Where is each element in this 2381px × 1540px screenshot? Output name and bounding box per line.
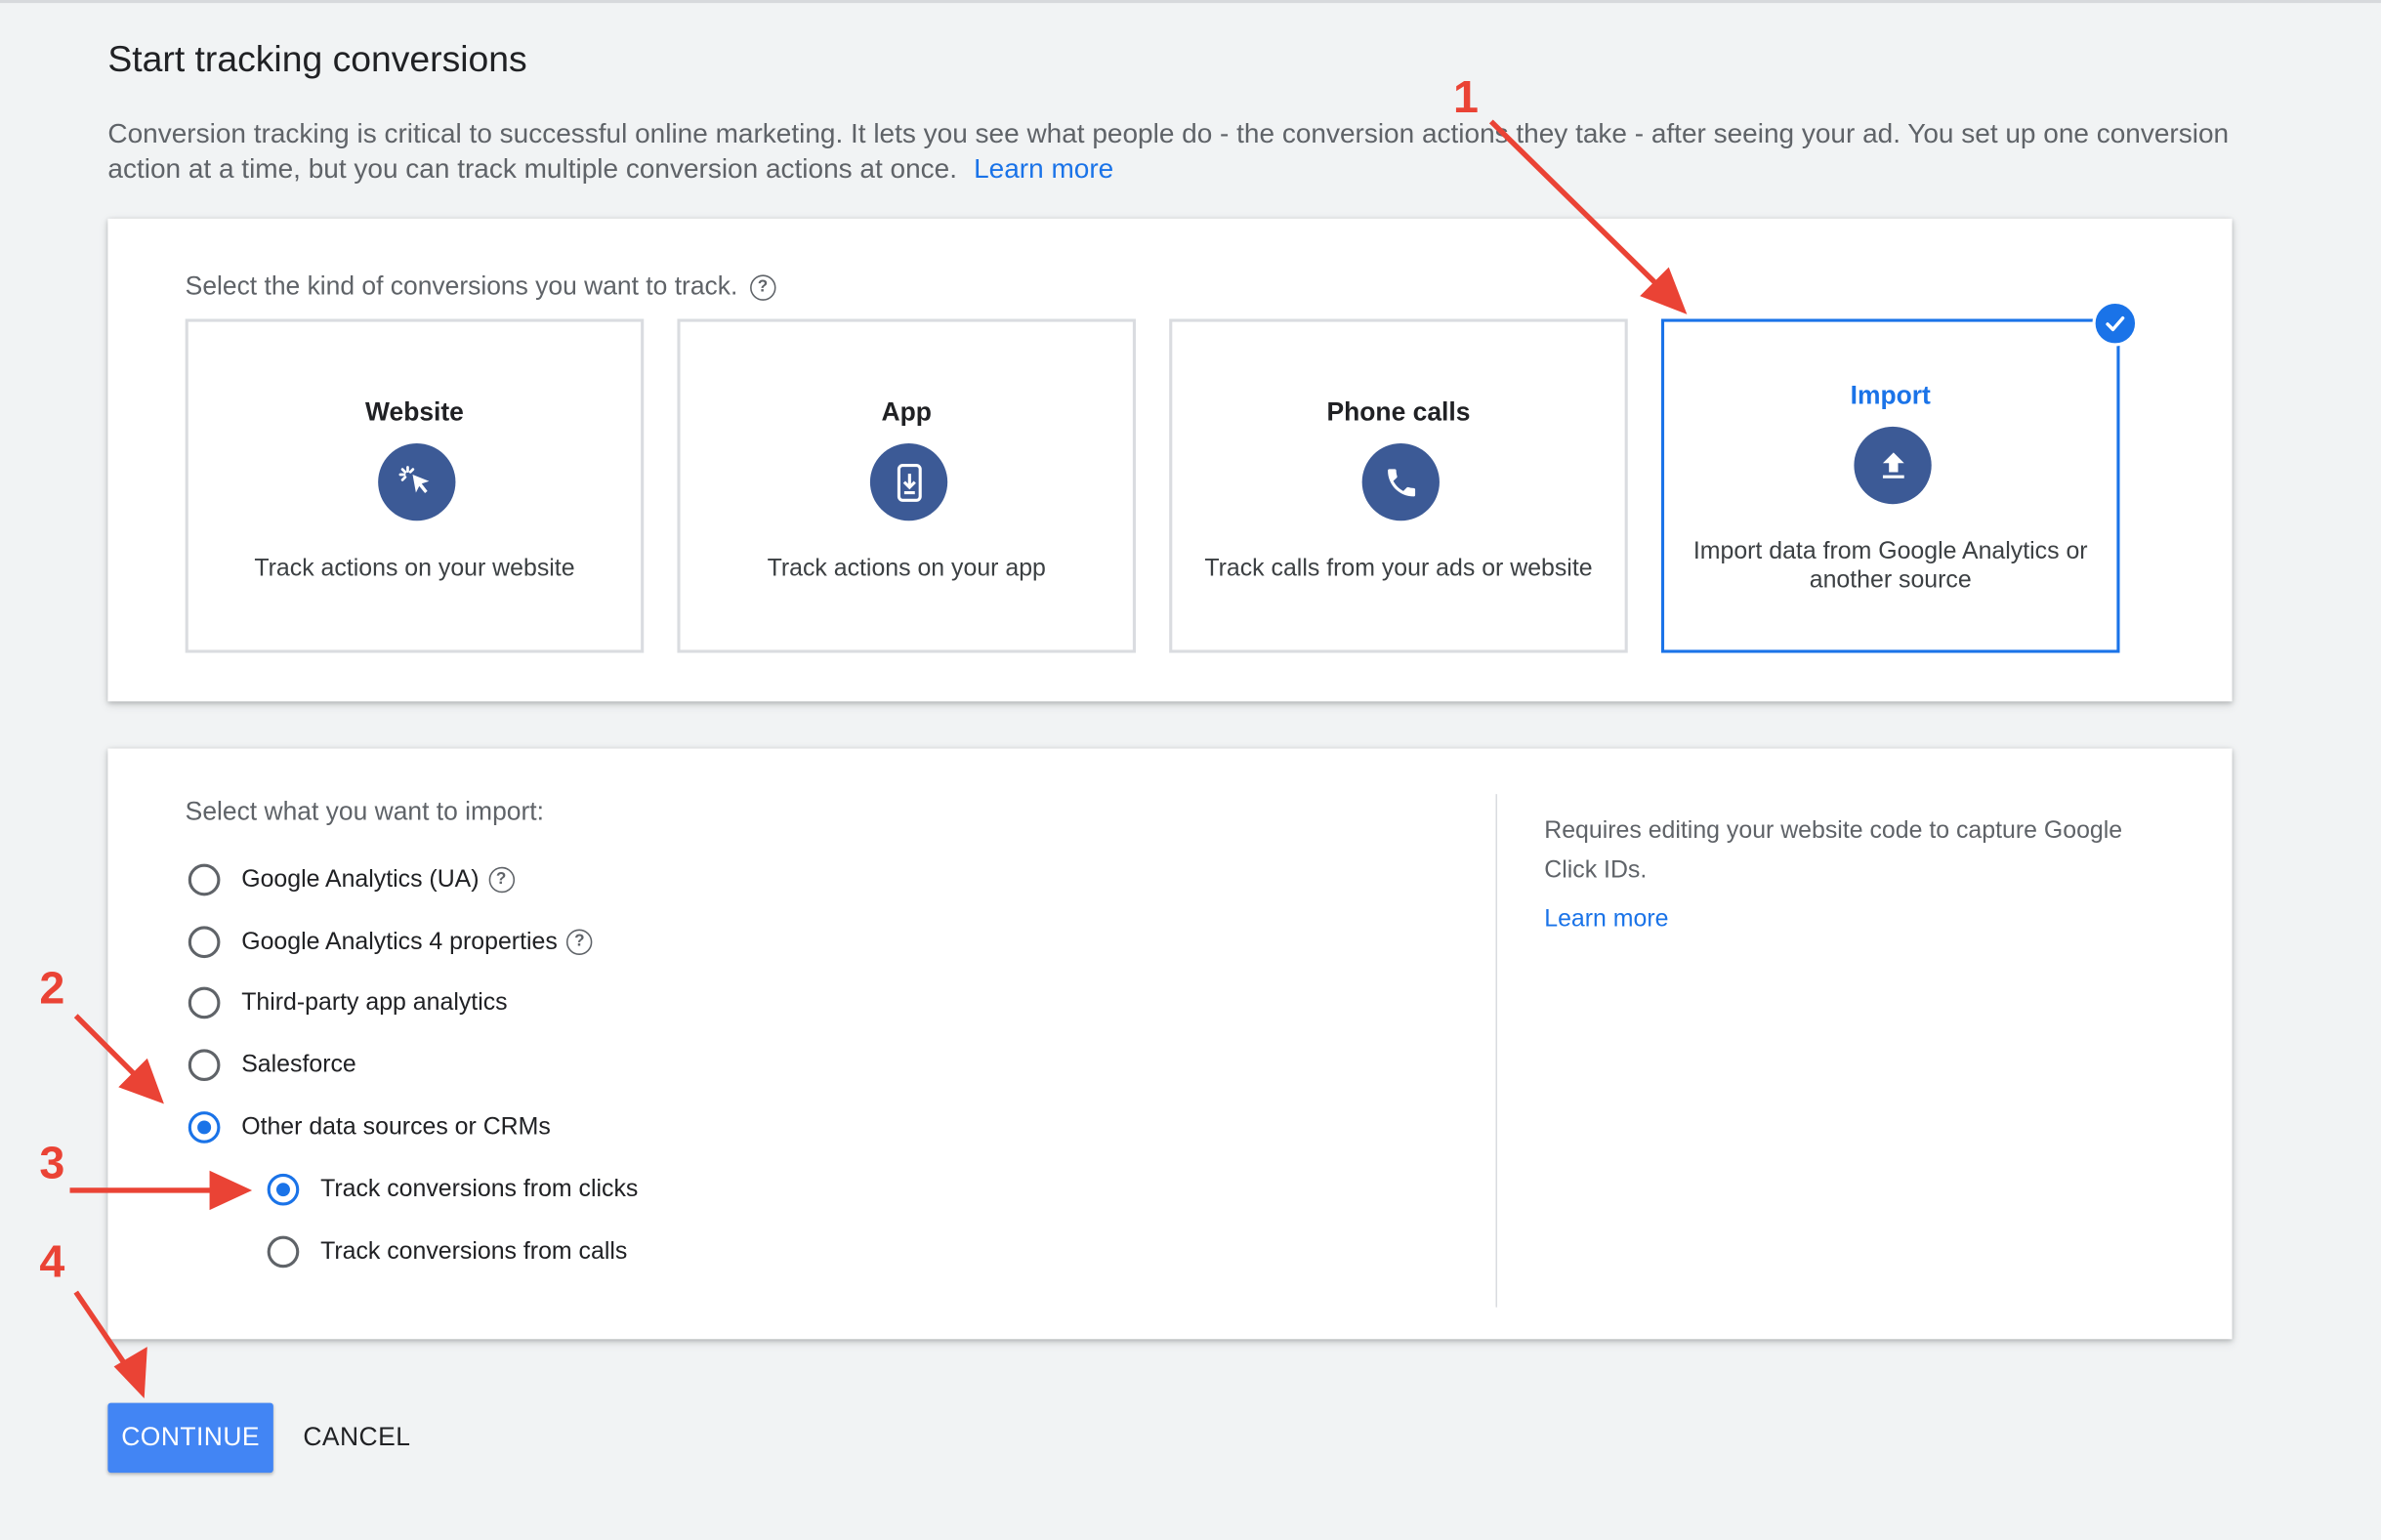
tile-import-description: Import data from Google Analytics or ano… bbox=[1692, 538, 2088, 594]
tile-phone-calls-title: Phone calls bbox=[1326, 397, 1471, 427]
radio-google-analytics-4[interactable]: Google Analytics 4 properties ? bbox=[188, 926, 593, 959]
radio-label: Other data sources or CRMs bbox=[241, 1113, 551, 1140]
page-title: Start tracking conversions bbox=[107, 39, 527, 81]
radio-label: Track conversions from calls bbox=[320, 1237, 628, 1265]
intro-learn-more-link[interactable]: Learn more bbox=[974, 153, 1113, 184]
radio-google-analytics-ua[interactable]: Google Analytics (UA) ? bbox=[188, 863, 515, 896]
radio-button[interactable] bbox=[267, 1235, 300, 1269]
radio-button[interactable] bbox=[188, 863, 221, 896]
radio-button[interactable] bbox=[188, 1049, 221, 1082]
continue-button[interactable]: CONTINUE bbox=[107, 1402, 273, 1474]
import-prompt: Select what you want to import: bbox=[185, 797, 544, 826]
top-divider bbox=[0, 0, 2381, 4]
tile-app[interactable]: App Track actions on your app bbox=[677, 318, 1136, 653]
tile-import-title: Import bbox=[1850, 381, 1931, 410]
conversion-kind-card: Select the kind of conversions you want … bbox=[107, 218, 2233, 702]
tile-phone-calls-description: Track calls from your ads or website bbox=[1204, 556, 1593, 582]
radio-label: Salesforce bbox=[241, 1051, 356, 1078]
help-circle-icon[interactable]: ? bbox=[749, 273, 776, 301]
help-circle-icon[interactable]: ? bbox=[566, 929, 593, 955]
radio-label: Google Analytics (UA) bbox=[241, 866, 480, 893]
tile-import[interactable]: Import Import data from Google Analytics… bbox=[1660, 300, 2139, 653]
tile-website-description: Track actions on your website bbox=[254, 556, 575, 582]
radio-label: Track conversions from clicks bbox=[320, 1176, 639, 1202]
radio-salesforce[interactable]: Salesforce bbox=[188, 1049, 356, 1082]
tile-website-title: Website bbox=[365, 397, 464, 427]
cancel-button[interactable]: CANCEL bbox=[288, 1403, 425, 1474]
vertical-divider bbox=[1495, 794, 1498, 1308]
import-source-card: Select what you want to import: Google A… bbox=[107, 748, 2233, 1340]
help-circle-icon[interactable]: ? bbox=[487, 866, 515, 894]
radio-button[interactable] bbox=[188, 926, 221, 959]
radio-label: Google Analytics 4 properties bbox=[241, 928, 558, 955]
radio-track-calls[interactable]: Track conversions from calls bbox=[267, 1235, 628, 1269]
radio-track-clicks[interactable]: Track conversions from clicks bbox=[267, 1173, 639, 1206]
tile-website[interactable]: Website Track actions on your website bbox=[185, 318, 645, 653]
smartphone-download-icon bbox=[869, 443, 948, 521]
conversion-kind-prompt-text: Select the kind of conversions you want … bbox=[185, 271, 738, 301]
check-circle-icon bbox=[2092, 300, 2139, 347]
annotation-arrowhead-4 bbox=[113, 1347, 147, 1398]
radio-other-data-sources[interactable]: Other data sources or CRMs bbox=[188, 1111, 551, 1144]
tile-app-title: App bbox=[881, 397, 932, 427]
annotation-number-4: 4 bbox=[39, 1237, 65, 1288]
annotation-number-3: 3 bbox=[39, 1139, 65, 1189]
side-learn-more-link[interactable]: Learn more bbox=[1544, 906, 1668, 934]
radio-third-party-app-analytics[interactable]: Third-party app analytics bbox=[188, 986, 508, 1020]
phone-icon bbox=[1361, 443, 1440, 521]
intro-text: Conversion tracking is critical to succe… bbox=[107, 117, 2248, 187]
conversion-kind-prompt: Select the kind of conversions you want … bbox=[186, 271, 776, 302]
intro-paragraph: Conversion tracking is critical to succe… bbox=[107, 118, 2230, 185]
tile-phone-calls[interactable]: Phone calls Track calls from your ads or… bbox=[1169, 318, 1628, 653]
radio-button[interactable] bbox=[188, 986, 221, 1020]
annotation-number-1: 1 bbox=[1452, 72, 1479, 123]
radio-button-selected[interactable] bbox=[267, 1173, 300, 1206]
cursor-click-icon bbox=[378, 443, 456, 521]
radio-button-selected[interactable] bbox=[188, 1111, 221, 1144]
annotation-number-2: 2 bbox=[39, 964, 65, 1015]
tile-app-description: Track actions on your app bbox=[767, 556, 1046, 582]
radio-label: Third-party app analytics bbox=[241, 988, 508, 1016]
upload-icon bbox=[1854, 426, 1932, 505]
side-note: Requires editing your website code to ca… bbox=[1544, 818, 2123, 884]
page: Start tracking conversions Conversion tr… bbox=[0, 0, 2381, 1540]
